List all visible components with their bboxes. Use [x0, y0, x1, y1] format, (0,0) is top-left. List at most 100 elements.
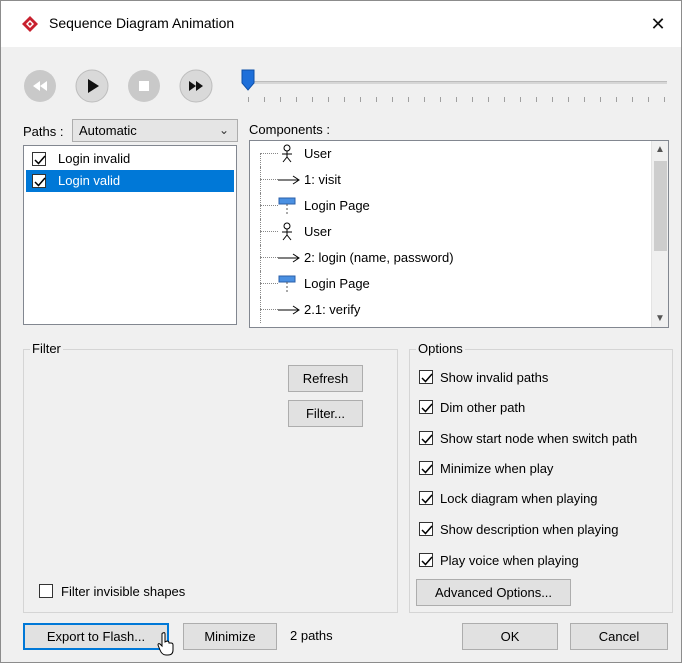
option-checkbox[interactable] [419, 522, 433, 536]
paths-dropdown-value: Automatic [79, 123, 137, 138]
scroll-down-icon[interactable]: ▼ [652, 310, 668, 327]
path-item-label: Login valid [58, 173, 121, 188]
checkmark-icon [34, 155, 46, 165]
option-minimize-when-play[interactable]: Minimize when play [419, 459, 679, 479]
timeline-slider-track[interactable] [243, 81, 667, 84]
timeline-tick [456, 97, 457, 102]
checkmark-icon [421, 464, 433, 474]
checkmark-icon [421, 494, 433, 504]
paths-dropdown[interactable]: Automatic ⌄ [72, 119, 238, 142]
rewind-icon [24, 70, 56, 102]
filter-invisible-label: Filter invisible shapes [61, 584, 186, 599]
checkmark-icon [421, 403, 433, 413]
timeline-tick [520, 97, 521, 102]
timeline-tick [424, 97, 425, 102]
tree-item-label: User [304, 146, 332, 161]
path-item-label: Login invalid [58, 151, 131, 166]
tree-item-label: 1: visit [304, 172, 341, 187]
path-item-login-valid[interactable]: Login valid [26, 170, 234, 192]
minimize-button[interactable]: Minimize [183, 623, 277, 650]
scroll-up-icon[interactable]: ▲ [652, 141, 668, 158]
timeline-tick [472, 97, 473, 102]
timeline-ticks [248, 97, 668, 103]
lifeline-icon [278, 197, 296, 215]
option-lock-diagram[interactable]: Lock diagram when playing [419, 489, 679, 509]
option-label: Play voice when playing [440, 553, 579, 568]
checkmark-icon [34, 177, 46, 187]
tree-item[interactable]: 2: login (name, password) [250, 245, 650, 271]
tree-item[interactable]: User [250, 219, 650, 245]
timeline-tick [280, 97, 281, 102]
option-checkbox[interactable] [419, 553, 433, 567]
option-checkbox[interactable] [419, 370, 433, 384]
tree-item-label: User [304, 224, 332, 239]
title-bar: Sequence Diagram Animation ✕ [1, 1, 681, 47]
option-checkbox[interactable] [419, 491, 433, 505]
timeline-tick [312, 97, 313, 102]
tree-item[interactable]: 2.1: verify [250, 297, 650, 323]
timeline-tick [600, 97, 601, 102]
refresh-button[interactable]: Refresh [288, 365, 363, 392]
option-label: Lock diagram when playing [440, 491, 598, 506]
timeline-tick [648, 97, 649, 102]
filter-invisible-option[interactable]: Filter invisible shapes [39, 583, 239, 603]
mouse-pointer-icon [157, 632, 174, 656]
path-item-login-invalid[interactable]: Login invalid [26, 148, 234, 170]
checkmark-icon [421, 525, 433, 535]
timeline-tick [552, 97, 553, 102]
app-logo-icon [22, 16, 38, 32]
components-label: Components : [249, 122, 330, 137]
checkmark-icon [421, 373, 433, 383]
option-label: Show start node when switch path [440, 431, 638, 446]
message-arrow-icon [278, 175, 300, 185]
timeline-tick [440, 97, 441, 102]
timeline-tick [584, 97, 585, 102]
play-button[interactable] [75, 69, 109, 103]
option-play-voice[interactable]: Play voice when playing [419, 551, 679, 571]
options-group: Options [409, 341, 673, 613]
filter-button[interactable]: Filter... [288, 400, 363, 427]
advanced-options-button[interactable]: Advanced Options... [416, 579, 571, 606]
path-checkbox[interactable] [32, 174, 46, 188]
option-show-start-node[interactable]: Show start node when switch path [419, 429, 679, 449]
message-arrow-icon [278, 253, 300, 263]
option-show-invalid-paths[interactable]: Show invalid paths [419, 368, 679, 388]
tree-item-label: Login Page [304, 276, 370, 291]
cancel-button[interactable]: Cancel [570, 623, 668, 650]
components-scrollbar[interactable]: ▲ ▼ [651, 141, 668, 327]
tree-item[interactable]: User [250, 141, 650, 167]
filter-invisible-checkbox[interactable] [39, 584, 53, 598]
option-checkbox[interactable] [419, 431, 433, 445]
option-checkbox[interactable] [419, 461, 433, 475]
fast-forward-icon [179, 69, 213, 103]
paths-list[interactable]: Login invalid Login valid [23, 145, 237, 325]
fast-forward-button[interactable] [179, 69, 213, 103]
scroll-thumb[interactable] [654, 161, 667, 251]
timeline-tick [360, 97, 361, 102]
option-dim-other-path[interactable]: Dim other path [419, 398, 679, 418]
dialog-window: Sequence Diagram Animation ✕ Paths: Aut… [0, 0, 682, 663]
play-icon [75, 69, 109, 103]
checkmark-icon [421, 556, 433, 566]
ok-button[interactable]: OK [462, 623, 558, 650]
timeline-tick [248, 97, 249, 102]
option-checkbox[interactable] [419, 400, 433, 414]
export-to-flash-button[interactable]: Export to Flash... [23, 623, 169, 650]
timeline-tick [568, 97, 569, 102]
path-checkbox[interactable] [32, 152, 46, 166]
message-arrow-icon [278, 305, 300, 315]
rewind-button[interactable] [23, 69, 57, 103]
timeline-tick [504, 97, 505, 102]
components-tree[interactable]: User 1: visit Login Page User 2: login (… [249, 140, 669, 328]
lifeline-icon [278, 275, 296, 293]
stop-button[interactable] [127, 69, 161, 103]
timeline-tick [376, 97, 377, 102]
tree-item[interactable]: Login Page [250, 193, 650, 219]
option-label: Show invalid paths [440, 370, 549, 385]
tree-item[interactable]: 1: visit [250, 167, 650, 193]
tree-item[interactable]: Login Page [250, 271, 650, 297]
option-show-description[interactable]: Show description when playing [419, 520, 679, 540]
close-button[interactable]: ✕ [635, 1, 681, 47]
chevron-down-icon: ⌄ [218, 123, 229, 137]
timeline-slider-thumb[interactable] [241, 69, 255, 91]
